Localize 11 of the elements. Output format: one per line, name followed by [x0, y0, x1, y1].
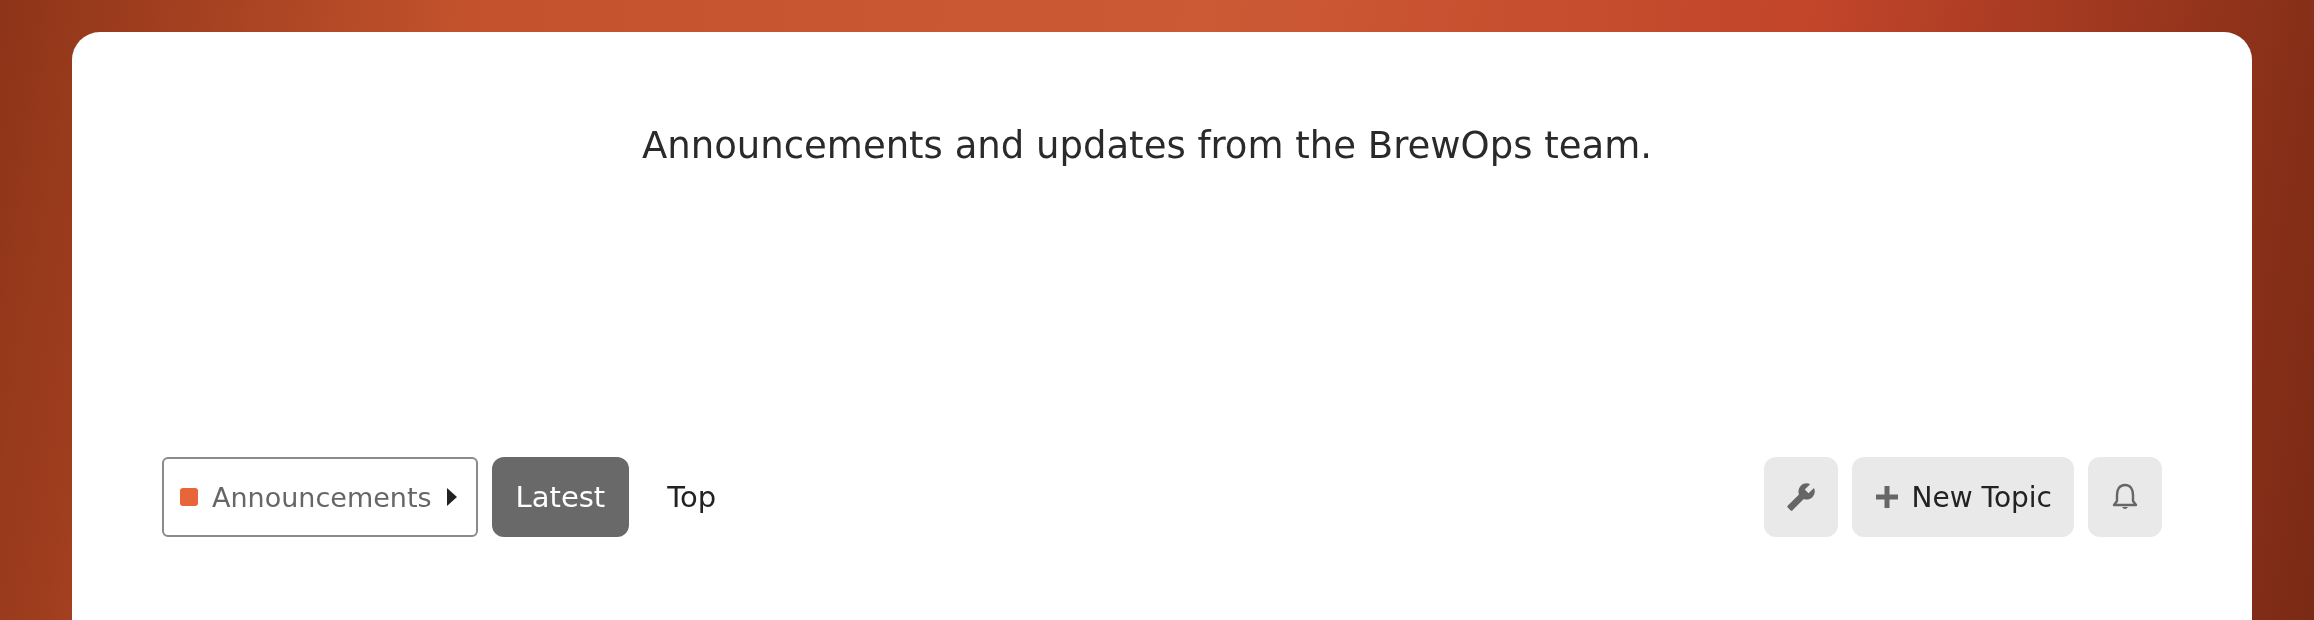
wrench-button[interactable] — [1763, 457, 1838, 537]
category-description: Announcements and updates from the BrewOps team. — [641, 124, 1653, 167]
nav-tab[interactable]: Top — [643, 457, 741, 537]
category-dropdown[interactable]: Announcements — [162, 457, 478, 537]
wrench-icon — [1785, 482, 1816, 512]
nav-tab[interactable]: Latest — [491, 457, 630, 537]
bell-icon — [2111, 482, 2139, 512]
new-topic-button[interactable]: New Topic — [1851, 457, 2074, 537]
caret-icon — [445, 487, 458, 507]
plus-icon — [1873, 484, 1900, 510]
notifications-button[interactable] — [2088, 457, 2162, 537]
